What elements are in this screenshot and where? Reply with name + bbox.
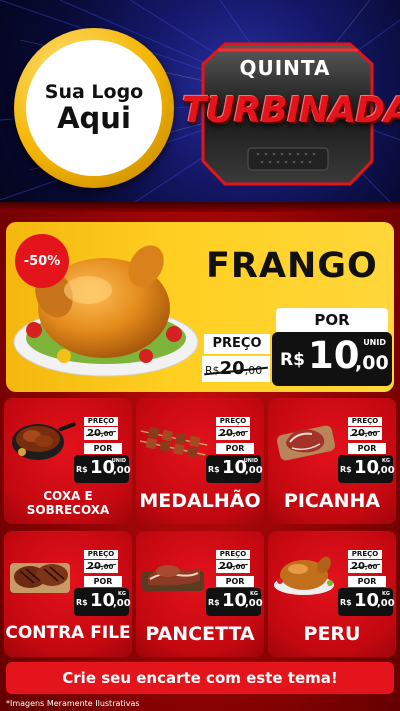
- price-unit: UNID: [243, 458, 258, 464]
- old-price-label: PREÇO: [84, 550, 118, 559]
- turkey-icon: [274, 556, 334, 595]
- price-currency: R$: [76, 598, 88, 607]
- price-tag: R$ 10,00 KG: [74, 588, 131, 616]
- product-name: COXA E SOBRECOXA: [26, 489, 110, 517]
- price-tag: R$ 10,00 KG: [338, 588, 395, 616]
- product-name: PANCETTA: [145, 623, 255, 645]
- price-unit: KG: [382, 458, 390, 464]
- price-unit: UNID: [363, 338, 386, 347]
- price-unit: KG: [118, 591, 126, 597]
- steak-board-icon: [277, 425, 335, 461]
- new-price-label: POR: [84, 443, 122, 454]
- price-int: 10: [354, 457, 380, 478]
- product-card[interactable]: PREÇO 20,00 POR R$10,00KG PICANHA: [268, 398, 396, 524]
- featured-product-name: FRANGO: [206, 246, 378, 286]
- logo-line1: Sua Logo: [44, 81, 144, 104]
- new-price-label: POR: [216, 576, 254, 587]
- new-price-label: POR: [84, 576, 122, 587]
- price-int: 10: [308, 334, 360, 377]
- price-currency: R$: [76, 465, 88, 474]
- product-name: PERU: [303, 623, 361, 645]
- badge-turbinada-text: TURBINADA: [182, 90, 400, 131]
- old-price: 20,00: [84, 560, 118, 573]
- price-unit: UNID: [111, 458, 126, 464]
- badge-quinta-text: QUINTA: [239, 56, 331, 80]
- product-card[interactable]: PREÇO 20,00 POR R$10,00UNID MEDALHÃO: [136, 398, 264, 524]
- featured-new-price-label: POR: [276, 308, 388, 332]
- old-price-label: PREÇO: [348, 550, 382, 559]
- old-price: 20,00: [348, 560, 382, 573]
- quinta-turbinada-badge: QUINTA TURBINADA: [182, 36, 400, 191]
- price-cents: ,00: [377, 598, 395, 609]
- featured-old-price-label: PREÇO: [204, 334, 270, 354]
- product-name: PICANHA: [283, 490, 381, 512]
- price-int: 10: [354, 590, 380, 611]
- skewer-icon: [140, 427, 208, 458]
- product-card[interactable]: PREÇO 20,00 POR R$10,00KG PANCETTA: [136, 531, 264, 657]
- price-tag: R$ 10,00 UNID: [206, 455, 263, 483]
- grilled-steak-icon: [10, 563, 70, 593]
- price-cents: ,00: [355, 352, 389, 374]
- flyer: Sua Logo Aqui QUINTA TURBINADA -50% FRAN…: [0, 0, 400, 711]
- price-cents: ,00: [113, 465, 131, 476]
- price-unit: KG: [250, 591, 258, 597]
- price-unit: KG: [382, 591, 390, 597]
- header-divider: [0, 202, 400, 212]
- old-price-label: PREÇO: [348, 417, 382, 426]
- product-card[interactable]: PREÇO 20,00 POR R$10,00KG CONTRA FILE: [4, 531, 132, 657]
- new-price-label: POR: [348, 576, 386, 587]
- price-currency: R$: [340, 465, 352, 474]
- old-price-currency: R$: [205, 364, 220, 377]
- price-int: 10: [90, 590, 116, 611]
- product-card[interactable]: PREÇO 20,00 POR R$10,00UNID COXA E SOBRE…: [4, 398, 132, 524]
- price-tag: R$ 10,00 KG: [206, 588, 263, 616]
- product-name: CONTRA FILE: [5, 623, 131, 643]
- new-price-label: POR: [216, 443, 254, 454]
- price-tag: R$ 10,00 KG: [338, 455, 395, 483]
- disclaimer-text: *Imagens Meramente Ilustrativas: [6, 699, 140, 708]
- price-currency: R$: [340, 598, 352, 607]
- featured-product-card[interactable]: -50% FRANGO PREÇO R$20,00 POR R$ 10 ,00 …: [6, 222, 394, 392]
- old-price-label: PREÇO: [216, 550, 250, 559]
- price-cents: ,00: [245, 465, 263, 476]
- old-price-label: PREÇO: [216, 417, 250, 426]
- cta-banner[interactable]: Crie seu encarte com este tema!: [6, 662, 394, 694]
- pan-icon: [12, 422, 76, 460]
- old-price: 20,00: [84, 427, 118, 440]
- discount-badge: -50%: [15, 234, 69, 288]
- header-banner: Sua Logo Aqui QUINTA TURBINADA: [0, 0, 400, 212]
- price-cents: ,00: [113, 598, 131, 609]
- old-price: 20,00: [216, 560, 250, 573]
- logo-inner: Sua Logo Aqui: [26, 40, 162, 176]
- price-int: 10: [222, 590, 248, 611]
- price-currency: R$: [280, 350, 305, 370]
- featured-price-tag: R$ 10 ,00 UNID: [272, 332, 392, 386]
- logo-line2: Aqui: [57, 101, 131, 136]
- product-name: MEDALHÃO: [139, 490, 261, 512]
- price-currency: R$: [208, 465, 220, 474]
- logo-placeholder: Sua Logo Aqui: [14, 28, 174, 188]
- pancetta-icon: [142, 565, 204, 591]
- old-price: 20,00: [348, 427, 382, 440]
- price-cents: ,00: [245, 598, 263, 609]
- old-price-label: PREÇO: [84, 417, 118, 426]
- product-card[interactable]: PREÇO 20,00 POR R$10,00KG PERU: [268, 531, 396, 657]
- old-price: 20,00: [216, 427, 250, 440]
- new-price-label: POR: [348, 443, 386, 454]
- price-cents: ,00: [377, 465, 395, 476]
- price-tag: R$ 10,00 UNID: [74, 455, 131, 483]
- featured-old-price: R$20,00: [202, 356, 270, 382]
- price-currency: R$: [208, 598, 220, 607]
